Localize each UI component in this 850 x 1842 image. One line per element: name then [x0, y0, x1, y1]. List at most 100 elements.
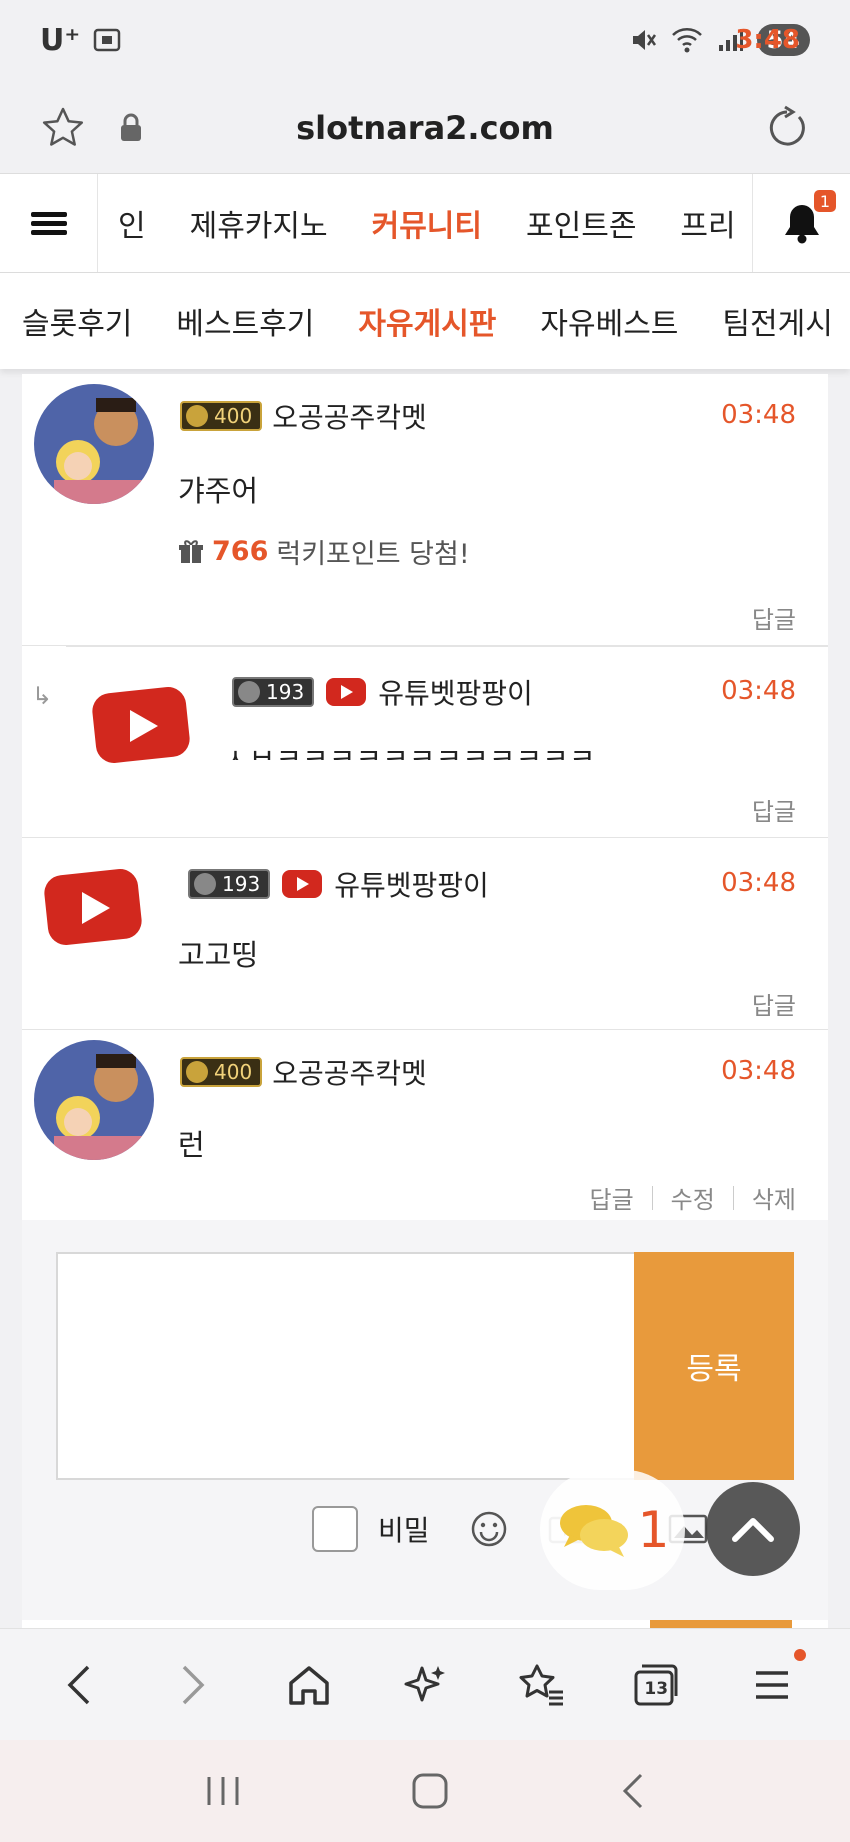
username[interactable]: 오공공주칵멧 — [272, 1052, 427, 1092]
subnav-team-board[interactable]: 팀전게시 — [722, 299, 832, 343]
comment-item: 400 오공공주칵멧 03:48 런 답글 수정 삭제 — [22, 1030, 828, 1220]
scroll-top-button[interactable] — [706, 1482, 800, 1576]
comment-meta: 193 유튜벳팡팡이 — [188, 864, 489, 904]
nav-item-pointzone[interactable]: 포인트존 — [526, 201, 636, 245]
level-badge: 400 — [180, 401, 263, 431]
chat-bubbles-icon — [559, 1505, 628, 1557]
chat-count: 1 — [637, 1501, 670, 1559]
comment-actions: 답글 — [752, 792, 796, 827]
system-nav-bar — [0, 1740, 850, 1842]
comment-textarea[interactable] — [56, 1252, 636, 1480]
comment-item-reply: ↳ 193 유튜벳팡팡이 03:48 ㅅㅂㅋㅋㅋㅋㅋㅋㅋㅋㅋㅋㅋㅋ 답글 — [22, 646, 828, 838]
comment-text: 런 — [178, 1128, 205, 1162]
reply-arrow-icon: ↳ — [32, 682, 53, 710]
bookmarks-button[interactable] — [501, 1645, 581, 1725]
comment-meta: 400 오공공주칵멧 — [180, 1052, 427, 1092]
lucky-point-text: 럭키포인트 당첨! — [276, 539, 470, 570]
recent-apps-icon[interactable] — [203, 1773, 243, 1809]
emoji-icon[interactable] — [470, 1510, 508, 1548]
home-button[interactable] — [269, 1645, 349, 1725]
lucky-point-notice: 766 럭키포인트 당첨! — [178, 532, 470, 571]
comment-actions: 답글 — [752, 986, 796, 1021]
url-bar[interactable]: slotnara2.com — [0, 80, 850, 175]
comment-time: 03:48 — [721, 676, 796, 706]
ai-button[interactable] — [385, 1645, 465, 1725]
secret-checkbox[interactable] — [312, 1506, 358, 1552]
chevron-left-icon — [67, 1665, 90, 1704]
youtube-avatar[interactable] — [38, 864, 148, 954]
tabs-button[interactable]: 13 — [616, 1645, 696, 1725]
wifi-icon — [671, 28, 702, 53]
avatar[interactable] — [34, 1040, 154, 1160]
chevron-right-icon — [182, 1665, 205, 1704]
gift-icon — [179, 539, 203, 563]
hamburger-menu-icon — [756, 1670, 789, 1699]
carrier-label: U⁺ — [40, 22, 81, 58]
menu-notification-dot — [794, 1648, 807, 1661]
comment-actions: 답글 — [752, 600, 796, 635]
username[interactable]: 오공공주칵멧 — [272, 396, 427, 436]
username[interactable]: 유튜벳팡팡이 — [378, 672, 533, 712]
submit-button[interactable]: 등록 — [634, 1252, 794, 1480]
subnav-slot-review[interactable]: 슬롯후기 — [22, 299, 132, 343]
comment-form: 등록 비밀 — [22, 1220, 828, 1620]
forward-button[interactable] — [154, 1645, 234, 1725]
screenshot-icon — [93, 28, 121, 52]
comment-text: 갸주어 — [178, 474, 259, 508]
chat-button[interactable]: 1 — [540, 1470, 685, 1590]
home-system-icon[interactable] — [410, 1771, 450, 1811]
status-bar: U⁺ 3:48 54 — [0, 0, 850, 80]
comment-text: 고고띵 — [178, 938, 259, 972]
sparkle-icon — [404, 1665, 445, 1701]
delete-button[interactable]: 삭제 — [752, 1180, 796, 1215]
chevron-up-icon — [732, 1518, 774, 1542]
reply-button[interactable]: 답글 — [752, 986, 796, 1021]
nav-item-free[interactable]: 프리 — [680, 201, 735, 245]
comment-item: 400 오공공주칵멧 03:48 갸주어 766 럭키포인트 당첨! 답글 — [22, 374, 828, 646]
reply-button[interactable]: 답글 — [589, 1180, 633, 1215]
nav-item-community[interactable]: 커뮤니티 — [372, 201, 482, 245]
youtube-badge-icon — [326, 678, 367, 706]
avatar[interactable] — [34, 384, 154, 504]
sub-nav: 슬롯후기 베스트후기 자유게시판 자유베스트 팀전게시 — [0, 273, 850, 369]
back-system-icon[interactable] — [617, 1771, 647, 1811]
youtube-badge-icon — [282, 870, 323, 898]
browser-toolbar: 13 — [0, 1628, 850, 1740]
secret-label: 비밀 — [378, 1514, 430, 1547]
nav-item-login[interactable]: 인 — [118, 201, 146, 245]
comment-list: 400 오공공주칵멧 03:48 갸주어 766 럭키포인트 당첨! 답글 ↳ … — [22, 374, 828, 1629]
nav-item-casino[interactable]: 제휴카지노 — [190, 201, 328, 245]
youtube-avatar[interactable] — [86, 682, 196, 772]
comment-time: 03:48 — [721, 868, 796, 898]
edit-button[interactable]: 수정 — [671, 1180, 715, 1215]
level-badge: 193 — [188, 869, 271, 899]
notification-button[interactable]: 1 — [752, 174, 850, 272]
mute-icon — [632, 30, 656, 50]
menu-button-browser[interactable] — [732, 1645, 812, 1725]
lucky-point-amount: 766 — [212, 536, 269, 567]
menu-button[interactable] — [0, 174, 98, 272]
home-icon — [289, 1665, 329, 1705]
main-nav: 인 제휴카지노 커뮤니티 포인트존 프리 1 — [0, 173, 850, 273]
reply-button[interactable]: 답글 — [752, 600, 796, 635]
back-button[interactable] — [38, 1645, 118, 1725]
comment-time: 03:48 — [721, 400, 796, 430]
comment-meta: 400 오공공주칵멧 — [180, 396, 427, 436]
reply-button[interactable]: 답글 — [752, 792, 796, 827]
subnav-free-board[interactable]: 자유게시판 — [358, 299, 496, 343]
bookmark-star-icon[interactable] — [40, 105, 86, 151]
level-badge: 193 — [232, 677, 315, 707]
comment-meta: 193 유튜벳팡팡이 — [232, 672, 533, 712]
browser-screen: { "status_bar": { "carrier": "U⁺", "time… — [0, 0, 850, 1842]
star-list-icon — [519, 1664, 563, 1705]
subnav-free-best[interactable]: 자유베스트 — [540, 299, 678, 343]
lock-icon — [121, 113, 141, 141]
username[interactable]: 유튜벳팡팡이 — [334, 864, 489, 904]
tabs-count: 13 — [644, 1678, 669, 1699]
comment-actions: 답글 수정 삭제 — [589, 1180, 796, 1215]
reload-icon[interactable] — [764, 105, 810, 151]
comment-text: ㅅㅂㅋㅋㅋㅋㅋㅋㅋㅋㅋㅋㅋㅋ — [222, 742, 596, 760]
main-nav-items: 인 제휴카지노 커뮤니티 포인트존 프리 — [98, 201, 752, 245]
level-badge: 400 — [180, 1057, 263, 1087]
subnav-best-review[interactable]: 베스트후기 — [176, 299, 314, 343]
